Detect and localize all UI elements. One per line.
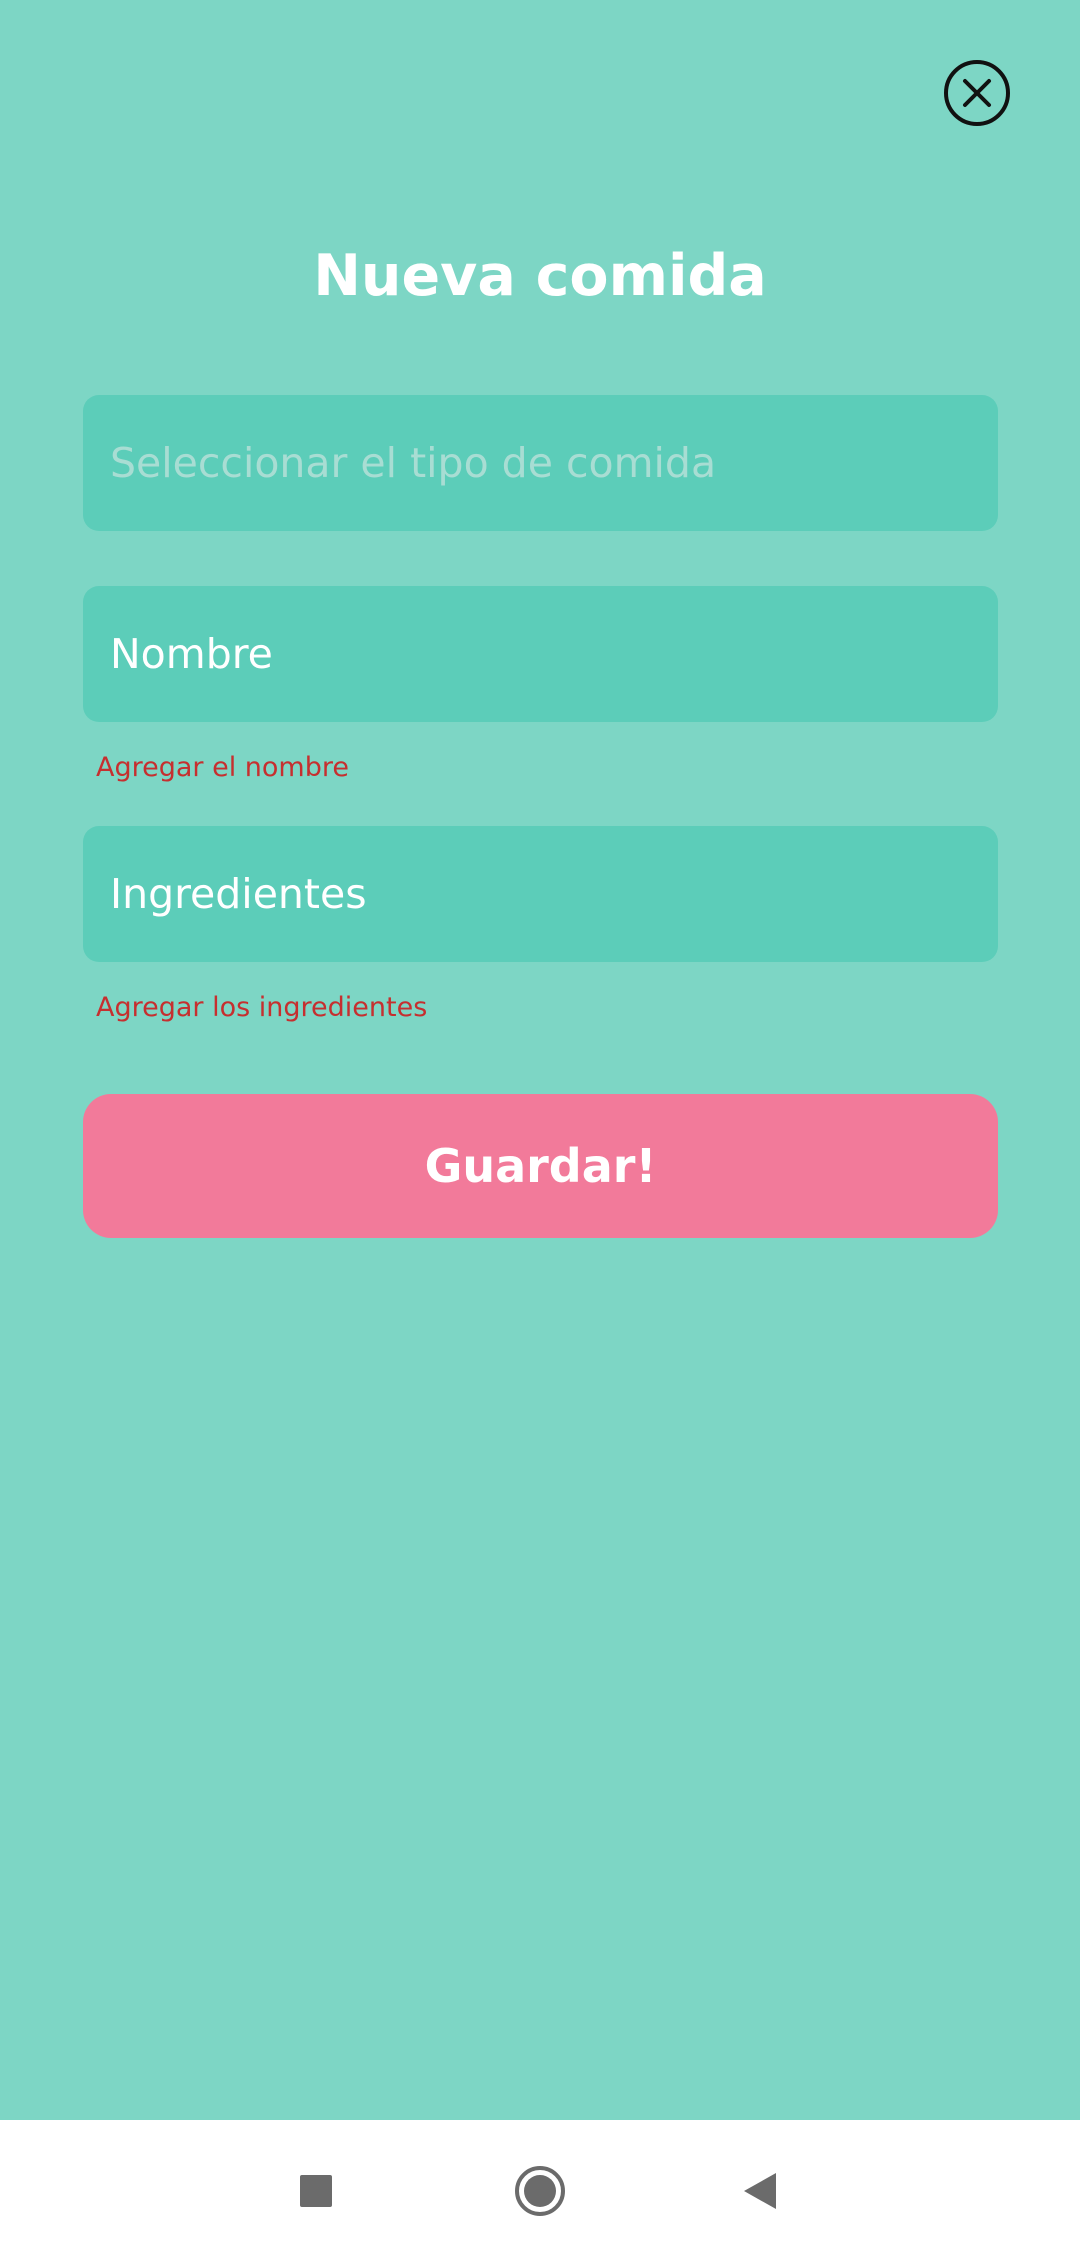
meal-type-select[interactable]: Seleccionar el tipo de comida xyxy=(83,395,998,531)
meal-type-placeholder: Seleccionar el tipo de comida xyxy=(110,439,717,487)
close-icon[interactable] xyxy=(943,59,1011,127)
ingredients-field-value: Ingredientes xyxy=(110,870,367,918)
save-button[interactable]: Guardar! xyxy=(83,1094,998,1238)
meal-form-screen: Nueva comida Seleccionar el tipo de comi… xyxy=(0,0,1080,2120)
name-field[interactable]: Nombre xyxy=(83,586,998,722)
ingredients-field[interactable]: Ingredientes xyxy=(83,826,998,962)
circle-icon[interactable] xyxy=(512,2163,568,2219)
ingredients-error-message: Agregar los ingredientes xyxy=(96,992,428,1023)
name-field-value: Nombre xyxy=(110,630,273,678)
name-error-message: Agregar el nombre xyxy=(96,752,349,783)
page-title: Nueva comida xyxy=(313,243,767,309)
square-icon[interactable] xyxy=(288,2163,344,2219)
triangle-back-icon[interactable] xyxy=(734,2163,790,2219)
